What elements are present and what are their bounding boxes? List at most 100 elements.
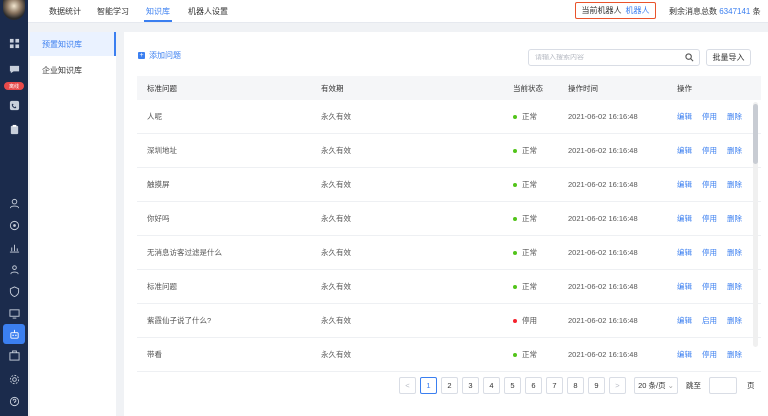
op-link-1[interactable]: 启用 <box>702 315 717 326</box>
sidebar-item-preset-kb[interactable]: 预置知识库 <box>30 32 116 56</box>
per-page-value: 20 条/页 <box>638 381 666 390</box>
op-link-0[interactable]: 编辑 <box>677 315 692 326</box>
op-link-0[interactable]: 编辑 <box>677 179 692 190</box>
tab-knowledge-base[interactable]: 知识库 <box>146 6 170 17</box>
scrollbar-thumb[interactable] <box>753 104 758 164</box>
op-link-1[interactable]: 停用 <box>702 179 717 190</box>
prev-page-button[interactable]: < <box>399 377 416 394</box>
status-text: 正常 <box>522 350 537 359</box>
phone-icon[interactable] <box>0 96 28 114</box>
settings-icon[interactable] <box>0 370 28 388</box>
team-icon[interactable] <box>0 346 28 364</box>
op-link-0[interactable]: 编辑 <box>677 213 692 224</box>
page-unit: 页 <box>747 381 755 390</box>
batch-import-button[interactable]: 批量导入 <box>706 49 751 66</box>
op-link-2[interactable]: 删除 <box>727 179 742 190</box>
stats-icon[interactable] <box>0 238 28 256</box>
table-header: 标准问题 有效期 当前状态 操作时间 操作 <box>137 76 761 100</box>
current-robot-selector[interactable]: 当前机器人 机器人 <box>575 2 656 19</box>
op-link-1[interactable]: 停用 <box>702 247 717 258</box>
page-button[interactable]: 4 <box>483 377 500 394</box>
cell-validity: 永久有效 <box>321 112 351 121</box>
status-text: 正常 <box>522 146 537 155</box>
top-bar: 数据统计 智能学习 知识库 机器人设置 <box>28 0 768 23</box>
page-button[interactable]: 3 <box>462 377 479 394</box>
table-row: 触摸屏 永久有效 正常 2021-06-02 16:16:48 编辑 停用 删除 <box>137 168 761 202</box>
logo <box>3 0 25 20</box>
clipboard-icon[interactable] <box>0 120 28 138</box>
dashboard-icon[interactable] <box>0 34 28 52</box>
table-row: 你好吗 永久有效 正常 2021-06-02 16:16:48 编辑 停用 删除 <box>137 202 761 236</box>
cell-status: 正常 <box>513 236 537 269</box>
page-button[interactable]: 8 <box>567 377 584 394</box>
cell-question: 你好吗 <box>147 214 170 223</box>
op-link-0[interactable]: 编辑 <box>677 247 692 258</box>
op-link-2[interactable]: 删除 <box>727 213 742 224</box>
status-text: 正常 <box>522 214 537 223</box>
goto-page-input[interactable] <box>709 377 737 394</box>
op-link-0[interactable]: 编辑 <box>677 111 692 122</box>
shield-icon[interactable] <box>0 282 28 300</box>
cell-ops: 编辑 停用 删除 <box>677 100 742 133</box>
op-link-2[interactable]: 删除 <box>727 349 742 360</box>
page-button[interactable]: 1 <box>420 377 437 394</box>
op-link-1[interactable]: 停用 <box>702 145 717 156</box>
cell-validity: 永久有效 <box>321 214 351 223</box>
pagination: < 123456789 > 20 条/页 ⌄ 跳至 页 <box>399 377 755 394</box>
page-button[interactable]: 7 <box>546 377 563 394</box>
page-button[interactable]: 6 <box>525 377 542 394</box>
tab-data-stats[interactable]: 数据统计 <box>49 6 81 17</box>
status-text: 正常 <box>522 180 537 189</box>
cell-status: 正常 <box>513 270 537 303</box>
page-button[interactable]: 5 <box>504 377 521 394</box>
status-dot <box>513 318 517 323</box>
op-link-2[interactable]: 删除 <box>727 315 742 326</box>
cell-time: 2021-06-02 16:16:48 <box>568 350 638 359</box>
cell-validity: 永久有效 <box>321 316 351 325</box>
op-link-2[interactable]: 删除 <box>727 281 742 292</box>
header-ops: 操作 <box>677 83 692 93</box>
status-dot <box>513 148 517 153</box>
user-icon[interactable] <box>0 194 28 212</box>
cell-validity: 永久有效 <box>321 350 351 359</box>
support-icon[interactable] <box>0 216 28 234</box>
cell-time: 2021-06-02 16:16:48 <box>568 146 638 155</box>
op-link-1[interactable]: 停用 <box>702 349 717 360</box>
page-list: 123456789 <box>420 377 605 394</box>
header-time: 操作时间 <box>568 83 598 93</box>
robot-icon[interactable] <box>3 324 25 344</box>
status-dot <box>513 352 517 357</box>
table-scrollbar[interactable] <box>753 102 758 347</box>
op-link-1[interactable]: 停用 <box>702 111 717 122</box>
per-page-select[interactable]: 20 条/页 ⌄ <box>634 377 678 394</box>
op-link-2[interactable]: 删除 <box>727 111 742 122</box>
contacts-icon[interactable] <box>0 260 28 278</box>
op-link-2[interactable]: 删除 <box>727 145 742 156</box>
cell-ops: 编辑 停用 删除 <box>677 270 742 303</box>
page-button[interactable]: 2 <box>441 377 458 394</box>
op-link-1[interactable]: 停用 <box>702 281 717 292</box>
cell-status: 停用 <box>513 304 537 337</box>
op-link-2[interactable]: 删除 <box>727 247 742 258</box>
tab-robot-settings[interactable]: 机器人设置 <box>188 6 228 17</box>
next-page-button[interactable]: > <box>609 377 626 394</box>
op-link-1[interactable]: 停用 <box>702 213 717 224</box>
status-dot <box>513 216 517 221</box>
cell-question: 触摸屏 <box>147 180 170 189</box>
table-row: 带看 永久有效 正常 2021-06-02 16:16:48 编辑 停用 删除 <box>137 338 761 372</box>
tab-smart-learning[interactable]: 智能学习 <box>97 6 129 17</box>
page-button[interactable]: 9 <box>588 377 605 394</box>
monitor-icon[interactable] <box>0 304 28 322</box>
chat-icon[interactable] <box>0 60 28 78</box>
op-link-0[interactable]: 编辑 <box>677 145 692 156</box>
add-question-button[interactable]: + 添加问题 <box>138 50 181 61</box>
table-row: 深圳地址 永久有效 正常 2021-06-02 16:16:48 编辑 停用 删除 <box>137 134 761 168</box>
help-icon[interactable] <box>0 392 28 410</box>
sidebar-item-enterprise-kb[interactable]: 企业知识库 <box>30 58 116 82</box>
op-link-0[interactable]: 编辑 <box>677 349 692 360</box>
op-link-0[interactable]: 编辑 <box>677 281 692 292</box>
search-input[interactable] <box>535 54 675 61</box>
status-text: 正常 <box>522 248 537 257</box>
search-icon[interactable] <box>685 53 694 62</box>
cell-time: 2021-06-02 16:16:48 <box>568 112 638 121</box>
